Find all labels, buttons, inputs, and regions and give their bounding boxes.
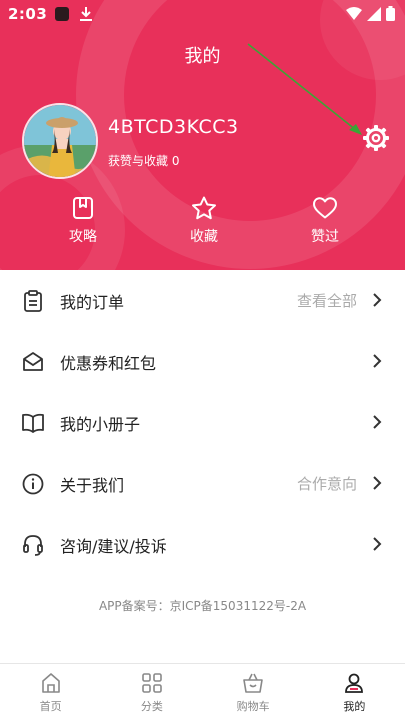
- wifi-icon: [346, 6, 362, 20]
- menu-label: 我的订单: [60, 292, 125, 312]
- quick-action-guides[interactable]: 攻略: [38, 196, 128, 246]
- status-bar: 2:03: [0, 0, 405, 28]
- tab-cart[interactable]: 购物车: [203, 664, 304, 721]
- chevron-right-icon: [373, 537, 382, 551]
- bottom-tab-bar: 首页 分类 购物车 我的: [0, 663, 405, 721]
- gear-icon[interactable]: [362, 124, 390, 152]
- envelope-icon: [23, 352, 43, 371]
- quick-action-label: 收藏: [190, 229, 218, 245]
- info-icon: [22, 473, 44, 495]
- basket-icon: [243, 673, 263, 693]
- clipboard-icon: [24, 290, 42, 312]
- headset-icon: [23, 535, 43, 556]
- chevron-right-icon: [373, 293, 382, 307]
- menu-item-coupons[interactable]: 优惠券和红包: [0, 331, 405, 392]
- tab-home[interactable]: 首页: [0, 664, 101, 721]
- username: 4BTCD3KCC3: [108, 116, 239, 138]
- menu-hint-view-all[interactable]: 查看全部: [297, 290, 357, 311]
- menu-hint-cooperation[interactable]: 合作意向: [297, 473, 357, 494]
- tab-categories[interactable]: 分类: [101, 664, 202, 721]
- tab-label: 我的: [343, 700, 366, 713]
- quick-action-label: 攻略: [69, 229, 97, 245]
- grid-icon: [142, 673, 162, 693]
- menu-item-booklet[interactable]: 我的小册子: [0, 392, 405, 453]
- menu-item-orders[interactable]: 我的订单 查看全部: [0, 270, 405, 331]
- status-time: 2:03: [8, 5, 48, 23]
- page-title: 我的: [184, 46, 221, 67]
- signal-icon: [367, 6, 381, 21]
- menu-label: 咨询/建议/投诉: [60, 536, 167, 556]
- tab-label: 首页: [39, 700, 62, 713]
- quick-action-label: 赞过: [311, 229, 339, 245]
- quick-action-favorites[interactable]: 收藏: [159, 196, 249, 246]
- likes-label: 获赞与收藏: [108, 154, 169, 168]
- download-icon: [80, 7, 93, 21]
- chevron-right-icon: [373, 476, 382, 490]
- bookmark-icon: [73, 197, 93, 219]
- tab-label: 购物车: [236, 700, 270, 713]
- menu-label: 优惠券和红包: [60, 353, 157, 373]
- user-icon: [345, 673, 364, 693]
- app-icon: [55, 7, 70, 21]
- tab-label: 分类: [140, 700, 163, 713]
- chevron-right-icon: [373, 354, 382, 368]
- avatar[interactable]: [22, 103, 98, 179]
- heart-icon: [313, 197, 337, 219]
- likes-summary: 获赞与收藏 0: [108, 152, 179, 169]
- menu-label: 关于我们: [60, 475, 125, 495]
- menu-item-about[interactable]: 关于我们 合作意向: [0, 453, 405, 514]
- menu-label: 我的小册子: [60, 414, 141, 434]
- chevron-right-icon: [373, 415, 382, 429]
- likes-count: 0: [171, 154, 180, 168]
- battery-icon: [386, 6, 395, 21]
- home-icon: [41, 673, 60, 693]
- menu-spacer: [0, 575, 405, 663]
- menu-item-feedback[interactable]: 咨询/建议/投诉: [0, 514, 405, 575]
- tab-me[interactable]: 我的: [304, 664, 405, 721]
- book-icon: [22, 413, 44, 433]
- star-icon: [192, 196, 216, 220]
- icp-record: APP备案号：京ICP备15031122号-2A: [98, 599, 307, 613]
- quick-action-liked[interactable]: 赞过: [280, 196, 370, 246]
